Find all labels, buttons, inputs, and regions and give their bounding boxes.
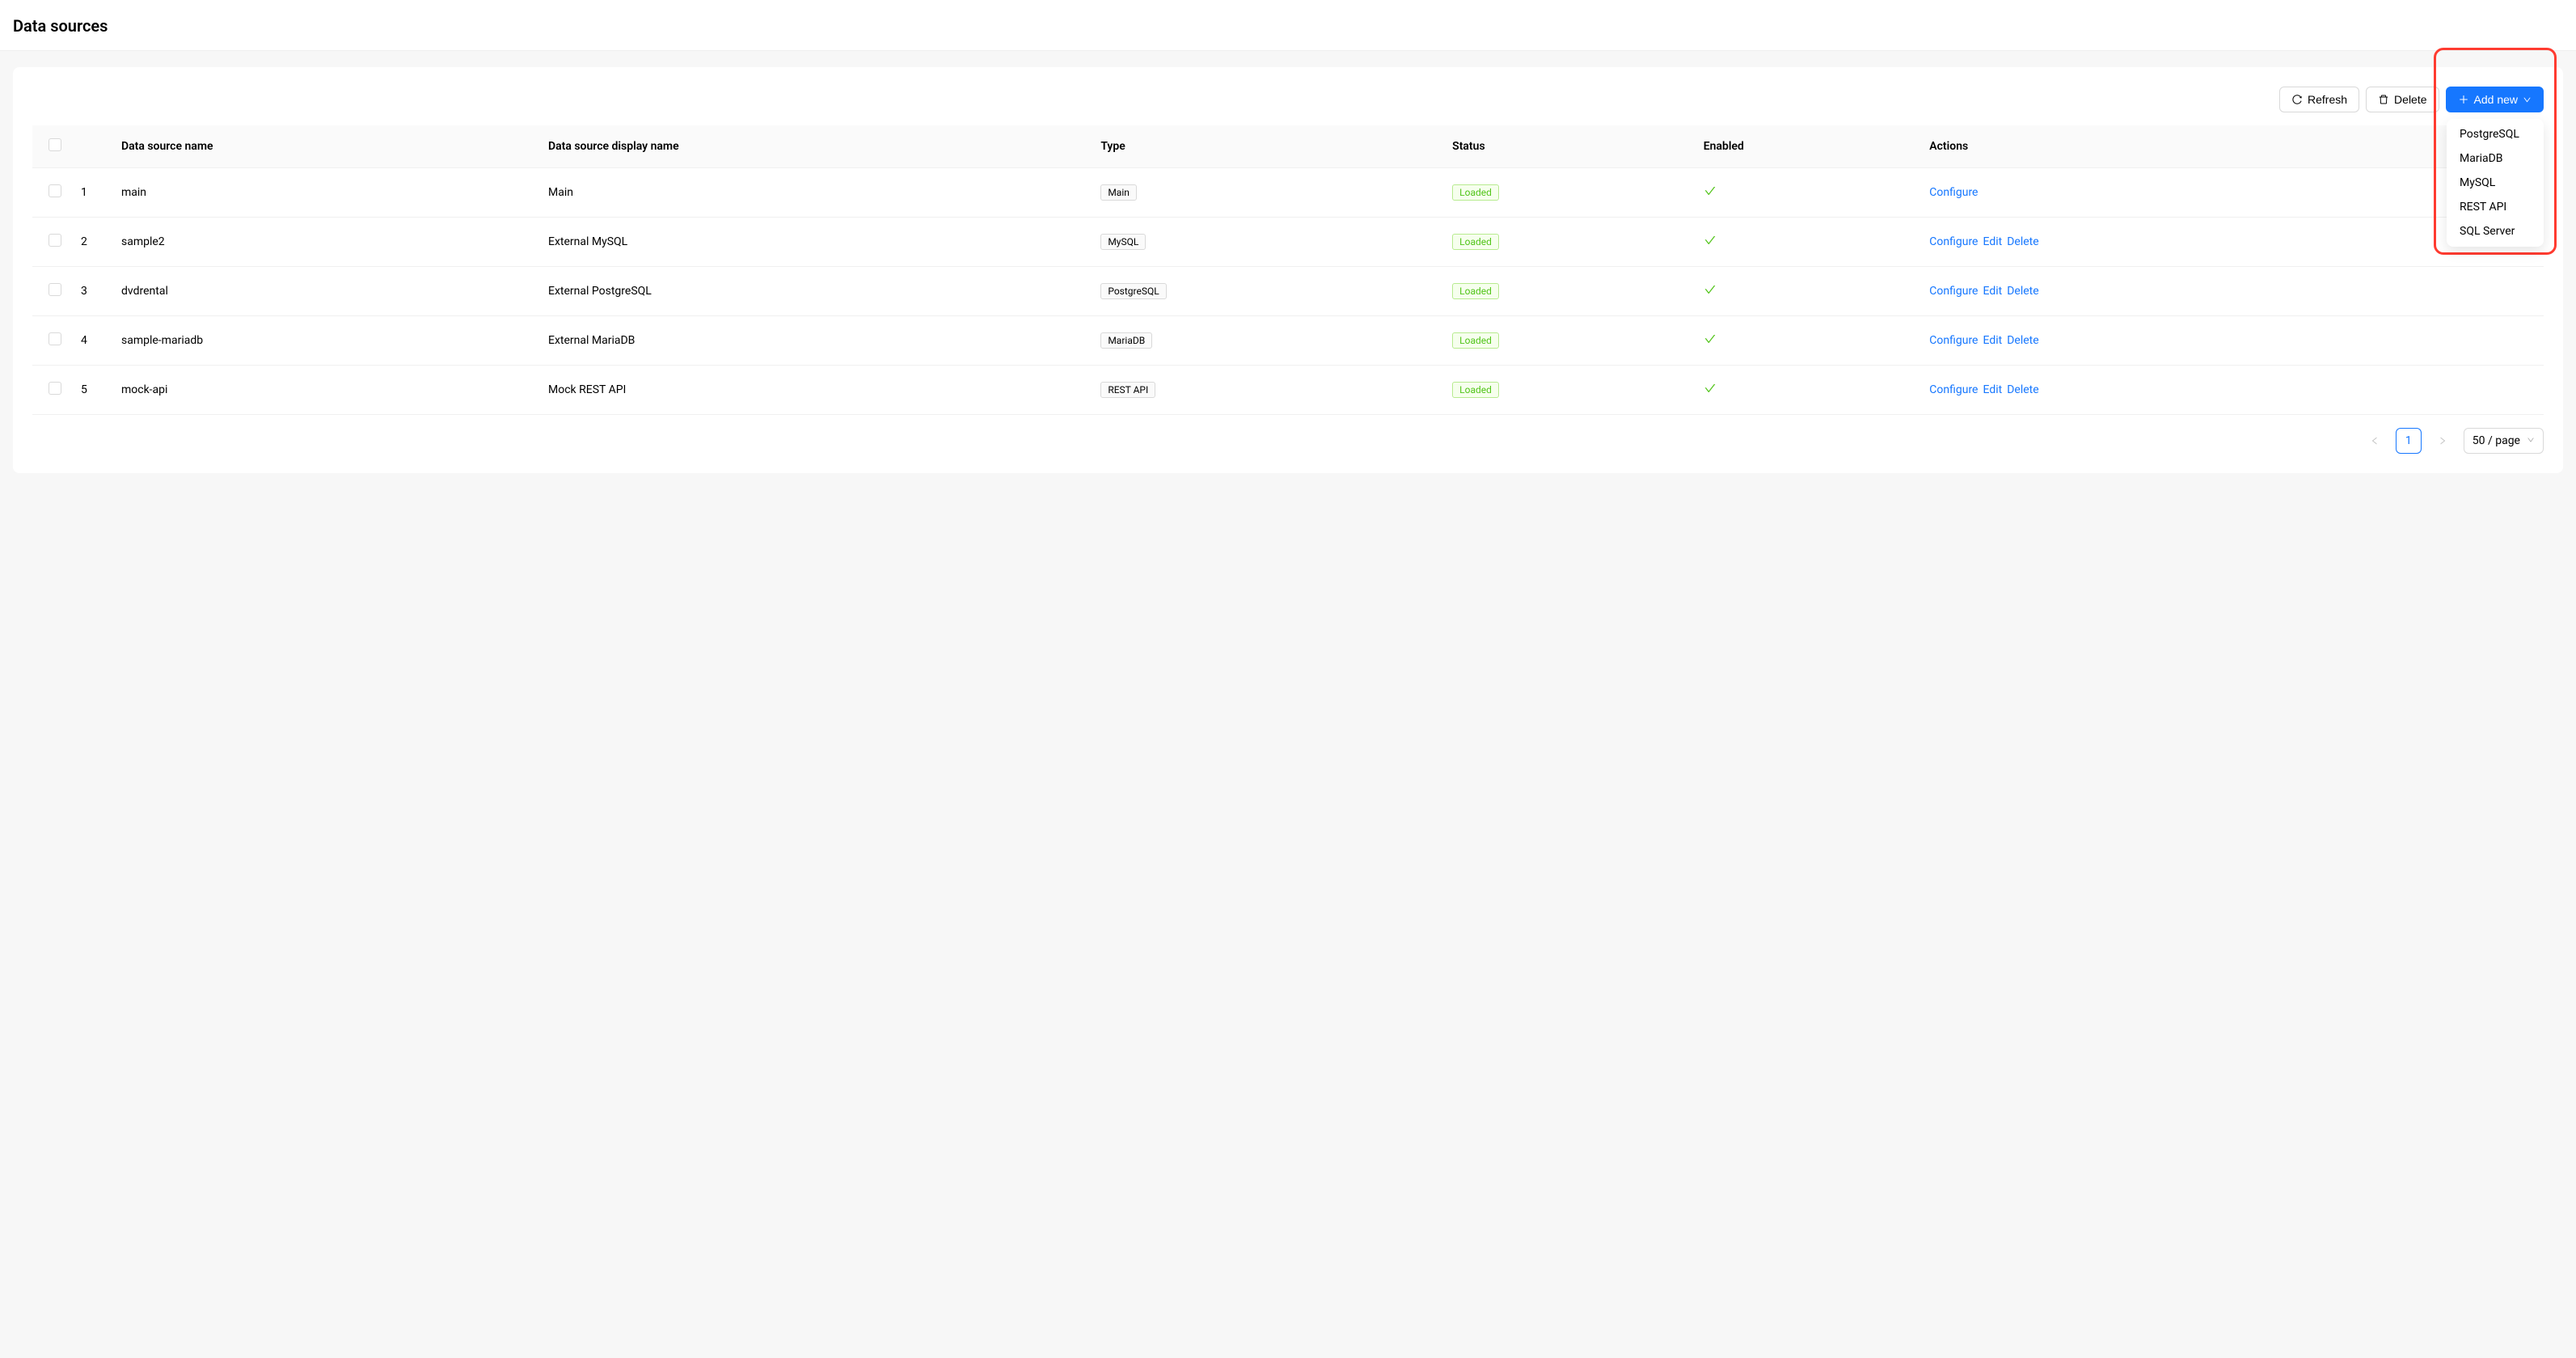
delete-button[interactable]: Delete [2366,87,2439,112]
type-tag: PostgreSQL [1100,283,1166,299]
page-title: Data sources [13,16,2563,36]
pagination-page-1[interactable]: 1 [2396,428,2422,454]
row-display-name: External MariaDB [538,316,1091,366]
dropdown-item-mariadb[interactable]: MariaDB [2450,146,2540,171]
row-actions: Configure Edit Delete [1919,267,2544,316]
row-name: sample-mariadb [112,316,538,366]
delete-button-label: Delete [2394,94,2426,105]
check-icon [1704,385,1717,398]
action-edit[interactable]: Edit [1983,334,2003,347]
row-index: 4 [71,316,112,366]
data-sources-card: Refresh Delete Add new Postgr [13,67,2563,473]
plus-icon [2458,94,2469,105]
row-checkbox[interactable] [49,184,61,197]
check-icon [1704,336,1717,349]
action-delete[interactable]: Delete [2007,383,2038,396]
dropdown-item-postgresql[interactable]: PostgreSQL [2450,122,2540,146]
row-name: dvdrental [112,267,538,316]
row-name: mock-api [112,366,538,415]
add-new-button-label: Add new [2474,94,2518,105]
pagination-size-label: 50 / page [2473,434,2520,447]
row-checkbox[interactable] [49,283,61,296]
type-tag: REST API [1100,382,1155,398]
trash-icon [2378,94,2389,105]
action-edit[interactable]: Edit [1983,235,2003,248]
action-edit[interactable]: Edit [1983,383,2003,396]
action-delete[interactable]: Delete [2007,285,2038,298]
pagination-next[interactable] [2430,428,2456,454]
type-tag: MySQL [1100,234,1146,250]
col-header-display: Data source display name [538,125,1091,168]
row-index: 3 [71,267,112,316]
row-display-name: External MySQL [538,218,1091,267]
row-name: main [112,168,538,218]
type-tag: MariaDB [1100,332,1152,349]
type-tag: Main [1100,184,1137,201]
row-display-name: Main [538,168,1091,218]
add-new-dropdown: PostgreSQLMariaDBMySQLREST APISQL Server [2447,119,2544,247]
action-delete[interactable]: Delete [2007,235,2038,248]
col-header-type: Type [1091,125,1442,168]
row-index: 2 [71,218,112,267]
table-row: 3dvdrentalExternal PostgreSQL PostgreSQL L… [32,267,2544,316]
status-badge: Loaded [1452,283,1499,299]
row-index: 5 [71,366,112,415]
row-checkbox[interactable] [49,382,61,395]
table-row: 1mainMainMainLoadedConfigure [32,168,2544,218]
toolbar: Refresh Delete Add new Postgr [32,87,2544,112]
row-display-name: Mock REST API [538,366,1091,415]
col-header-enabled: Enabled [1694,125,1920,168]
add-new-button[interactable]: Add new [2446,87,2544,112]
dropdown-item-rest-api[interactable]: REST API [2450,195,2540,219]
refresh-button-label: Refresh [2308,94,2347,105]
check-icon [1704,188,1717,201]
check-icon [1704,237,1717,250]
table-row: 4sample-mariadbExternal MariaDB MariaDB Lo… [32,316,2544,366]
row-actions: Configure Edit Delete [1919,316,2544,366]
action-delete[interactable]: Delete [2007,334,2038,347]
col-header-name: Data source name [112,125,538,168]
pagination: 1 50 / page [32,428,2544,454]
status-badge: Loaded [1452,234,1499,250]
data-sources-table: Data source name Data source display nam… [32,125,2544,415]
status-badge: Loaded [1452,332,1499,349]
status-badge: Loaded [1452,184,1499,201]
table-row: 2sample2External MySQL MySQL Loaded Configu… [32,218,2544,267]
reload-icon [2291,94,2303,105]
action-configure[interactable]: Configure [1929,383,1978,396]
table-row: 5mock-apiMock REST API REST API Loaded Conf… [32,366,2544,415]
chevron-down-icon [2523,95,2532,104]
row-name: sample2 [112,218,538,267]
status-badge: Loaded [1452,382,1499,398]
row-actions: Configure Edit Delete [1919,366,2544,415]
row-index: 1 [71,168,112,218]
action-configure[interactable]: Configure [1929,285,1978,298]
dropdown-item-sql-server[interactable]: SQL Server [2450,219,2540,243]
pagination-size-select[interactable]: 50 / page [2464,428,2544,454]
row-display-name: External PostgreSQL [538,267,1091,316]
row-checkbox[interactable] [49,234,61,247]
chevron-down-icon [2527,436,2535,446]
check-icon [1704,286,1717,299]
pagination-prev[interactable] [2362,428,2388,454]
col-header-status: Status [1442,125,1694,168]
dropdown-item-mysql[interactable]: MySQL [2450,171,2540,195]
action-configure[interactable]: Configure [1929,186,1978,199]
refresh-button[interactable]: Refresh [2279,87,2359,112]
action-configure[interactable]: Configure [1929,235,1978,248]
action-edit[interactable]: Edit [1983,285,2003,298]
select-all-checkbox[interactable] [49,138,61,151]
row-checkbox[interactable] [49,332,61,345]
action-configure[interactable]: Configure [1929,334,1978,347]
